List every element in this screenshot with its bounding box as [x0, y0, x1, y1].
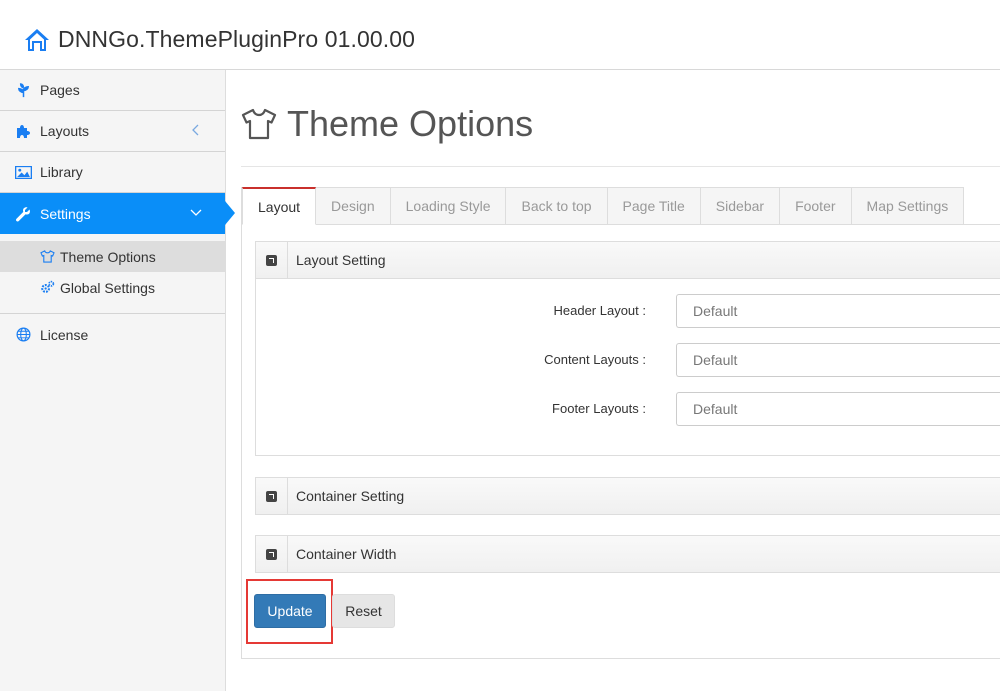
- globe-icon: [14, 326, 32, 344]
- app-title: DNNGo.ThemePluginPro 01.00.00: [58, 26, 416, 52]
- reset-button[interactable]: Reset: [332, 594, 395, 628]
- tab-map-settings[interactable]: Map Settings: [851, 187, 965, 225]
- tab-back-to-top[interactable]: Back to top: [506, 187, 608, 225]
- tab-footer[interactable]: Footer: [780, 187, 852, 225]
- section-container-width: Container Width: [255, 535, 1000, 573]
- shirt-icon: [40, 249, 56, 265]
- sidebar: Pages Layouts Library Settings Theme Opt…: [0, 70, 235, 691]
- chevron-down-icon: [190, 209, 202, 216]
- section-header[interactable]: Container Width: [256, 536, 1000, 572]
- section-body: Header Layout : Default Content Layouts …: [256, 278, 1000, 455]
- sidebar-item-label: Pages: [40, 82, 80, 98]
- shirt-icon: [241, 108, 277, 140]
- sidebar-subitem-label: Theme Options: [60, 248, 156, 265]
- tab-layout[interactable]: Layout: [242, 187, 317, 225]
- section-layout-setting: Layout Setting Header Layout : Default C…: [255, 241, 1000, 456]
- sidebar-item-label: License: [40, 326, 89, 343]
- sidebar-item-pages[interactable]: Pages: [0, 70, 225, 111]
- sidebar-subitem-global-settings[interactable]: Global Settings: [0, 272, 225, 303]
- sidebar-item-label: Layouts: [40, 123, 90, 139]
- section-container-setting: Container Setting: [255, 477, 1000, 515]
- tab-loading-style[interactable]: Loading Style: [390, 187, 507, 225]
- sidebar-item-layouts[interactable]: Layouts: [0, 111, 225, 152]
- top-header: DNNGo.ThemePluginPro 01.00.00: [0, 0, 1000, 70]
- sidebar-item-label: Library: [40, 164, 83, 180]
- section-title: Container Width: [296, 546, 397, 562]
- tab-bar: Layout Design Loading Style Back to top …: [242, 187, 1000, 225]
- page-title-text: Theme Options: [287, 103, 534, 144]
- plant-icon: [14, 81, 32, 99]
- sidebar-item-label: Settings: [40, 205, 91, 222]
- sidebar-subitem-label: Global Settings: [60, 279, 155, 296]
- expand-toggle-icon[interactable]: [256, 536, 288, 572]
- section-header[interactable]: Layout Setting: [256, 242, 1000, 278]
- divider: [241, 166, 1000, 167]
- section-title: Container Setting: [296, 488, 405, 504]
- form-row-header-layout: Header Layout : Default: [256, 294, 1000, 328]
- header-layout-select[interactable]: Default: [676, 294, 1000, 328]
- wrench-icon: [14, 205, 32, 223]
- page-title: Theme Options: [241, 102, 533, 146]
- sidebar-item-license[interactable]: License: [0, 314, 225, 355]
- form-row-content-layouts: Content Layouts : Default: [256, 343, 1000, 377]
- header-layout-label: Header Layout :: [553, 303, 646, 318]
- footer-layouts-label: Footer Layouts :: [552, 401, 646, 416]
- puzzle-icon: [14, 122, 32, 140]
- form-row-footer-layouts: Footer Layouts : Default: [256, 392, 1000, 426]
- image-icon: [14, 163, 32, 181]
- section-title: Layout Setting: [296, 252, 386, 268]
- expand-toggle-icon[interactable]: [256, 242, 288, 278]
- options-panel: Layout Design Loading Style Back to top …: [241, 187, 1000, 659]
- chevron-left-icon: [192, 124, 199, 136]
- settings-submenu: Theme Options Global Settings: [0, 234, 225, 314]
- content-layouts-label: Content Layouts :: [544, 352, 646, 367]
- home-icon: [25, 28, 49, 51]
- section-header[interactable]: Container Setting: [256, 478, 1000, 514]
- sidebar-item-library[interactable]: Library: [0, 152, 225, 193]
- tab-sidebar[interactable]: Sidebar: [700, 187, 781, 225]
- sidebar-item-settings[interactable]: Settings: [0, 193, 235, 234]
- tab-page-title[interactable]: Page Title: [607, 187, 701, 225]
- update-button[interactable]: Update: [254, 594, 326, 628]
- content-layouts-select[interactable]: Default: [676, 343, 1000, 377]
- cogs-icon: [40, 280, 56, 296]
- brand[interactable]: DNNGo.ThemePluginPro 01.00.00: [24, 26, 415, 53]
- footer-layouts-select[interactable]: Default: [676, 392, 1000, 426]
- sidebar-subitem-theme-options[interactable]: Theme Options: [0, 241, 225, 272]
- tab-design[interactable]: Design: [316, 187, 391, 225]
- expand-toggle-icon[interactable]: [256, 478, 288, 514]
